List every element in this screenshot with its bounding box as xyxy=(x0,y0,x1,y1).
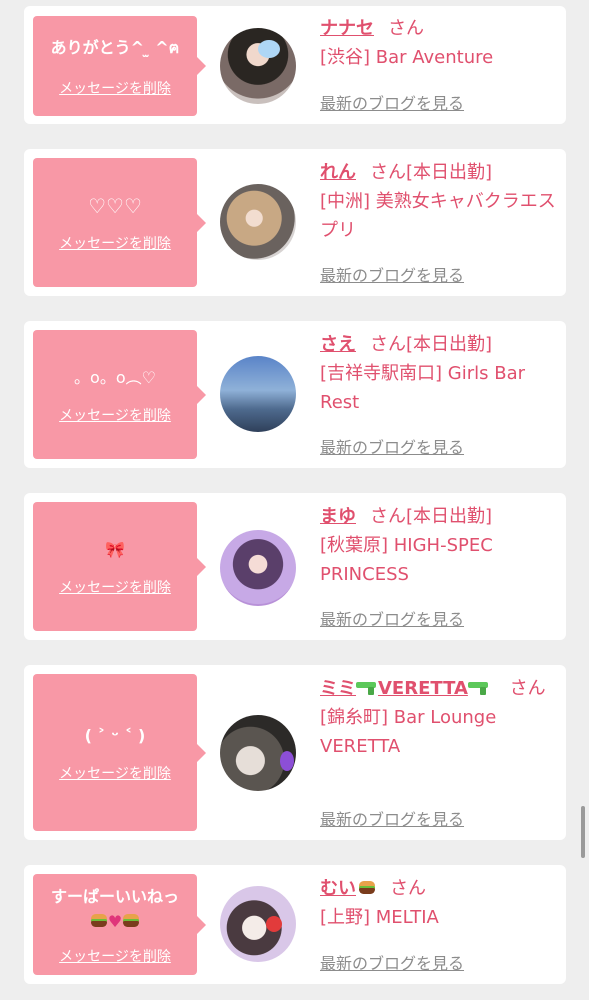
delete-message-link[interactable]: メッセージを削除 xyxy=(33,763,197,783)
avatar[interactable] xyxy=(220,184,296,260)
honorific: さん xyxy=(370,506,406,527)
water-gun-icon xyxy=(467,681,490,695)
status-badge: [本日出勤] xyxy=(406,506,493,527)
shop-name: [秋葉原] HIGH-SPEC PRINCESS xyxy=(320,535,493,585)
message-text: ♡♡♡ xyxy=(88,194,142,218)
delete-message-link[interactable]: メッセージを削除 xyxy=(33,78,197,98)
cast-name-link[interactable]: れん xyxy=(320,162,356,183)
message-text: すーぱーいいねっ xyxy=(50,887,179,906)
cast-name-link[interactable]: ナナセ xyxy=(320,18,374,39)
latest-blog-link[interactable]: 最新のブログを見る xyxy=(320,262,464,286)
latest-blog-link[interactable]: 最新のブログを見る xyxy=(320,806,464,830)
balloon-icon xyxy=(280,751,294,771)
cast-info: さえ さん[本日出勤] [吉祥寺駅南口] Girls Bar Rest xyxy=(320,330,556,417)
shop-name: [渋谷] Bar Aventure xyxy=(320,47,494,68)
message-card: 。o。o︵♡ メッセージを削除 さえ さん[本日出勤] [吉祥寺駅南口] Girl… xyxy=(24,321,566,468)
message-bubble: 🎀 メッセージを削除 xyxy=(33,502,206,631)
flower-icon xyxy=(266,916,282,932)
avatar[interactable] xyxy=(220,715,296,791)
message-bubble: すーぱーいいねっ ♥ メッセージを削除 xyxy=(33,874,206,975)
cast-name-link[interactable]: さえ xyxy=(320,334,356,355)
water-gun-icon xyxy=(356,681,378,695)
honorific: さん xyxy=(370,334,406,355)
shop-name: [錦糸町] Bar Lounge VERETTA xyxy=(320,707,497,757)
message-bubble: ありがとう^ ̫ ^ฅ メッセージを削除 xyxy=(33,16,206,116)
cast-name-link[interactable]: むい xyxy=(320,878,356,899)
shop-name: [上野] MELTIA xyxy=(320,907,439,928)
latest-blog-link[interactable]: 最新のブログを見る xyxy=(320,434,464,458)
honorific: さん xyxy=(509,678,546,699)
cast-name-link[interactable]: ミミ VERETTA xyxy=(320,678,490,699)
avatar[interactable] xyxy=(220,28,296,104)
message-text: 🎀 xyxy=(37,538,193,562)
cast-info: れん さん[本日出勤] [中洲] 美熟女キャバクラエスプリ xyxy=(320,158,556,245)
heart-icon: ♥ xyxy=(107,912,123,931)
message-card: ありがとう^ ̫ ^ฅ メッセージを削除 ナナセ さん [渋谷] Bar Aven… xyxy=(24,6,566,124)
avatar[interactable] xyxy=(220,356,296,432)
latest-blog-link[interactable]: 最新のブログを見る xyxy=(320,950,464,974)
honorific: さん xyxy=(388,18,424,39)
message-text: ( ˃ ᵕ ˂ ) xyxy=(84,726,146,745)
ribbon-icon: 🎀 xyxy=(105,540,125,559)
latest-blog-link[interactable]: 最新のブログを見る xyxy=(320,90,464,114)
hamburger-icon xyxy=(122,914,140,928)
avatar[interactable] xyxy=(220,530,296,606)
message-text: ありがとう^ ̫ ^ฅ xyxy=(50,38,180,57)
honorific: さん xyxy=(390,878,426,899)
shop-name: [吉祥寺駅南口] Girls Bar Rest xyxy=(320,363,525,413)
latest-blog-link[interactable]: 最新のブログを見る xyxy=(320,606,464,630)
cast-info: ナナセ さん [渋谷] Bar Aventure xyxy=(320,14,556,72)
message-card: ♡♡♡ メッセージを削除 れん さん[本日出勤] [中洲] 美熟女キャバクラエスプ… xyxy=(24,149,566,296)
delete-message-link[interactable]: メッセージを削除 xyxy=(33,946,197,966)
message-bubble: ♡♡♡ メッセージを削除 xyxy=(33,158,206,287)
honorific: さん xyxy=(370,162,406,183)
shop-name: [中洲] 美熟女キャバクラエスプリ xyxy=(320,191,556,241)
hamburger-icon xyxy=(358,881,376,895)
delete-message-link[interactable]: メッセージを削除 xyxy=(33,405,197,425)
message-card: すーぱーいいねっ ♥ メッセージを削除 むい さん [上野] MELTIA 最新の… xyxy=(24,865,566,984)
cast-info: まゆ さん[本日出勤] [秋葉原] HIGH-SPEC PRINCESS xyxy=(320,502,556,589)
message-card: 🎀 メッセージを削除 まゆ さん[本日出勤] [秋葉原] HIGH-SPEC PR… xyxy=(24,493,566,640)
scrollbar[interactable] xyxy=(581,806,585,858)
delete-message-link[interactable]: メッセージを削除 xyxy=(33,577,197,597)
message-card: ( ˃ ᵕ ˂ ) メッセージを削除 ミミ VERETTA さん [錦糸町] Ba… xyxy=(24,665,566,840)
hamburger-icon xyxy=(90,914,108,928)
cast-info: ミミ VERETTA さん [錦糸町] Bar Lounge VERETTA xyxy=(320,674,556,761)
message-bubble: ( ˃ ᵕ ˂ ) メッセージを削除 xyxy=(33,674,206,831)
cast-name-link[interactable]: まゆ xyxy=(320,506,356,527)
message-bubble: 。o。o︵♡ メッセージを削除 xyxy=(33,330,206,459)
status-badge: [本日出勤] xyxy=(406,162,493,183)
status-badge: [本日出勤] xyxy=(406,334,493,355)
avatar[interactable] xyxy=(220,886,296,962)
sticker-icon xyxy=(258,40,280,58)
cast-info: むい さん [上野] MELTIA xyxy=(320,874,556,932)
delete-message-link[interactable]: メッセージを削除 xyxy=(33,233,197,253)
message-icons: ♥ xyxy=(37,910,193,934)
message-text: 。o。o︵♡ xyxy=(74,368,156,387)
